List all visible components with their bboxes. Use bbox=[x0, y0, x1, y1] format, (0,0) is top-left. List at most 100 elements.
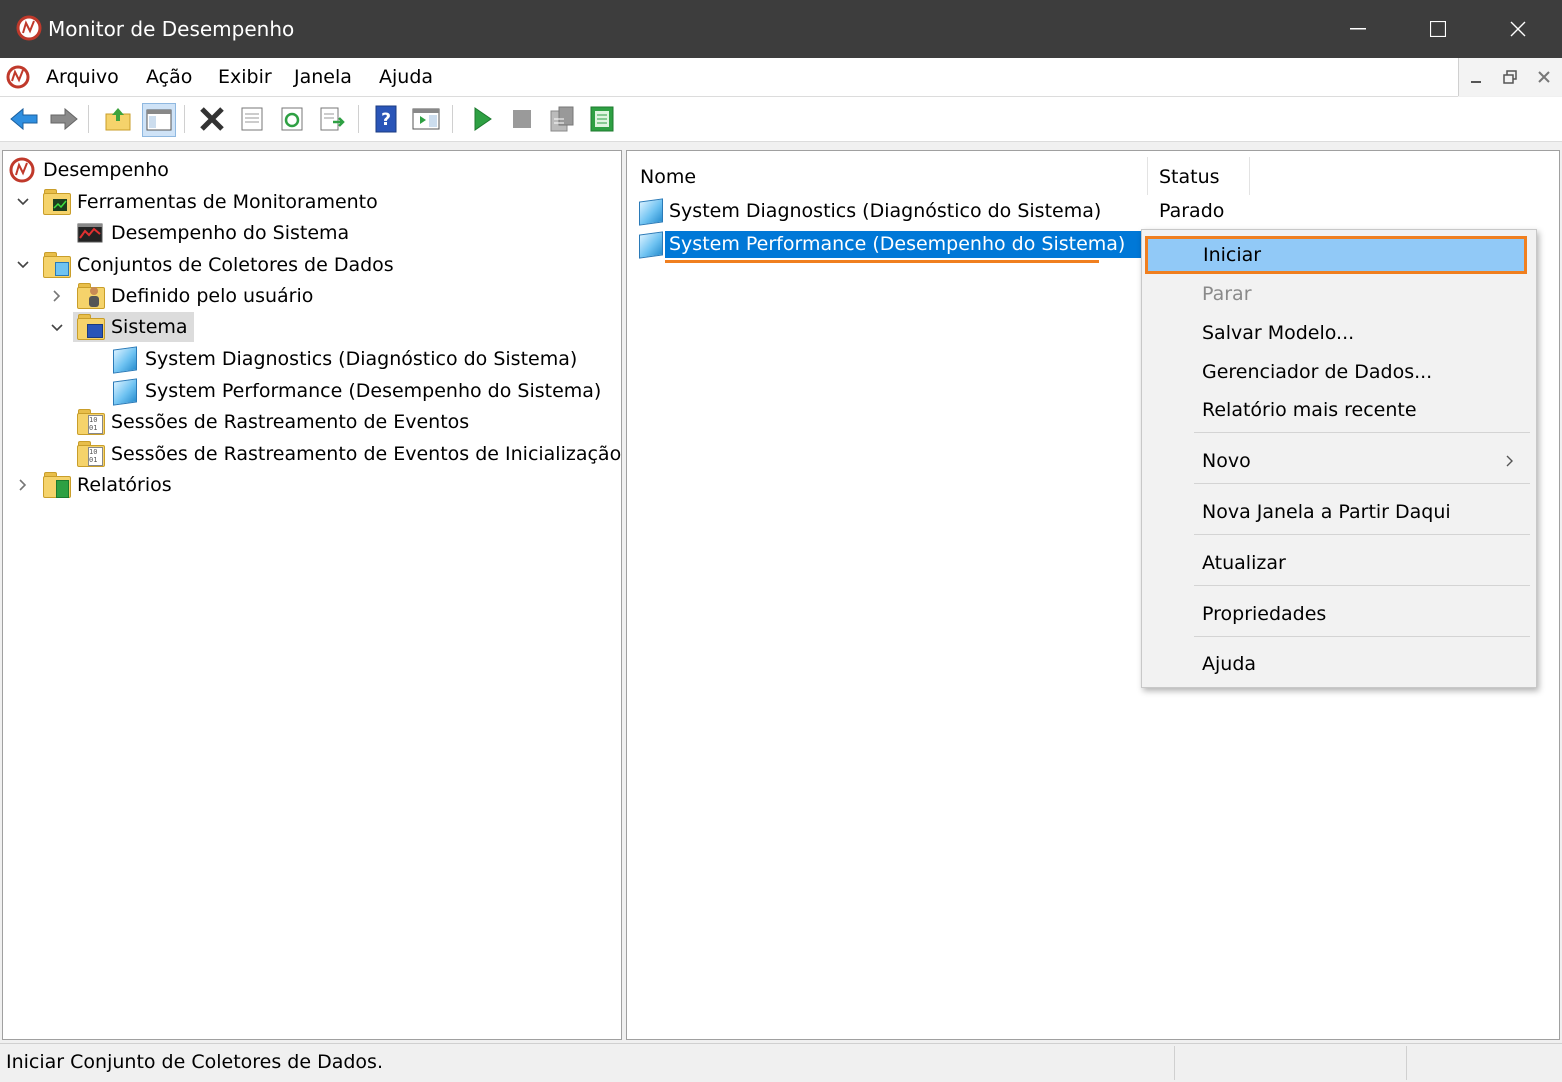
close-icon bbox=[1538, 71, 1550, 83]
refresh-button[interactable] bbox=[276, 103, 308, 135]
menu-ajuda[interactable]: Ajuda bbox=[379, 66, 433, 88]
ctx-parar: Parar bbox=[1142, 276, 1536, 312]
perfmon-menu-icon[interactable] bbox=[6, 65, 30, 89]
show-hide-action-pane-button[interactable] bbox=[410, 103, 442, 135]
start-button[interactable] bbox=[466, 103, 498, 135]
console-tree-icon bbox=[146, 109, 172, 131]
data-manager-button[interactable] bbox=[586, 103, 618, 135]
console-tree-pane[interactable]: Desempenho Ferramentas de Monitoramento … bbox=[2, 150, 622, 1040]
ctx-salvar-modelo[interactable]: Salvar Modelo... bbox=[1142, 315, 1536, 351]
delete-button[interactable] bbox=[196, 103, 228, 135]
tree-node-sistema[interactable]: Sistema bbox=[73, 312, 194, 342]
close-button[interactable] bbox=[1478, 0, 1558, 58]
menu-bar: Arquivo Ação Exibir Janela Ajuda bbox=[0, 58, 1458, 97]
column-divider[interactable] bbox=[1147, 157, 1148, 195]
column-divider[interactable] bbox=[1249, 157, 1250, 195]
data-manager-icon bbox=[590, 106, 614, 132]
stop-icon bbox=[513, 110, 531, 128]
tree-label: Desempenho bbox=[43, 159, 169, 181]
tree-node-sessoes-inicializacao[interactable]: 10 01 Sessões de Rastreamento de Eventos … bbox=[77, 439, 621, 469]
toolbar-separator bbox=[184, 105, 185, 133]
toolbar: ? bbox=[0, 97, 1562, 142]
ctx-label: Parar bbox=[1202, 283, 1252, 305]
mdi-restore-button[interactable] bbox=[1495, 62, 1525, 92]
ctx-label: Propriedades bbox=[1202, 603, 1327, 625]
tree-node-desempenho-do-sistema[interactable]: Desempenho do Sistema bbox=[77, 218, 349, 248]
chevron-down-icon[interactable] bbox=[49, 313, 65, 343]
tree-node-conjuntos-coletores[interactable]: Conjuntos de Coletores de Dados bbox=[43, 250, 394, 280]
status-bar: Iniciar Conjunto de Coletores de Dados. bbox=[0, 1043, 1562, 1082]
tree-node-ferramentas[interactable]: Ferramentas de Monitoramento bbox=[43, 187, 378, 217]
performance-monitor-icon bbox=[77, 223, 103, 243]
report-icon bbox=[550, 106, 574, 132]
ctx-nova-janela[interactable]: Nova Janela a Partir Daqui bbox=[1142, 494, 1536, 530]
chevron-right-icon[interactable] bbox=[49, 281, 65, 311]
show-hide-tree-button[interactable] bbox=[142, 103, 176, 137]
menu-arquivo[interactable]: Arquivo bbox=[46, 66, 119, 88]
chevron-right-icon[interactable] bbox=[15, 470, 31, 500]
help-button[interactable]: ? bbox=[370, 103, 402, 135]
menu-separator bbox=[1194, 534, 1530, 535]
user-folder-icon bbox=[77, 283, 105, 309]
stop-button[interactable] bbox=[506, 103, 538, 135]
latest-report-button[interactable] bbox=[546, 103, 578, 135]
perfmon-app-icon bbox=[16, 15, 42, 41]
tree-label: Sessões de Rastreamento de Eventos bbox=[111, 411, 470, 433]
ctx-iniciar[interactable]: Iniciar bbox=[1145, 236, 1527, 274]
column-header-nome[interactable]: Nome bbox=[640, 157, 1148, 197]
client-area: Arquivo Ação Exibir Janela Ajuda ? Desem… bbox=[0, 58, 1562, 1082]
column-header-status[interactable]: Status bbox=[1159, 157, 1249, 197]
properties-icon bbox=[241, 107, 263, 131]
tree-node-sessoes-rastreamento[interactable]: 10 01 Sessões de Rastreamento de Eventos bbox=[77, 407, 469, 437]
toolbar-separator bbox=[88, 105, 89, 133]
column-header-label: Status bbox=[1159, 166, 1220, 188]
submenu-arrow-icon bbox=[1506, 455, 1513, 467]
ctx-ajuda[interactable]: Ajuda bbox=[1142, 646, 1536, 682]
forward-button[interactable] bbox=[48, 103, 80, 135]
mdi-minimize-button[interactable] bbox=[1461, 62, 1491, 92]
maximize-button[interactable] bbox=[1398, 0, 1478, 58]
tree-node-system-performance[interactable]: System Performance (Desempenho do Sistem… bbox=[111, 376, 601, 406]
column-header-label: Nome bbox=[640, 166, 697, 188]
back-button[interactable] bbox=[8, 103, 40, 135]
chevron-down-icon[interactable] bbox=[15, 250, 31, 280]
ctx-label: Salvar Modelo... bbox=[1202, 322, 1355, 344]
list-row[interactable]: System Diagnostics (Diagnóstico do Siste… bbox=[637, 195, 1257, 227]
chevron-down-icon[interactable] bbox=[15, 187, 31, 217]
list-row-selected[interactable]: System Performance (Desempenho do Sistem… bbox=[637, 228, 1172, 260]
restore-icon bbox=[1503, 70, 1517, 84]
ctx-propriedades[interactable]: Propriedades bbox=[1142, 596, 1536, 632]
menu-exibir[interactable]: Exibir bbox=[218, 66, 272, 88]
title-bar: Monitor de Desempenho bbox=[0, 0, 1562, 58]
export-list-button[interactable] bbox=[316, 103, 348, 135]
ctx-novo[interactable]: Novo bbox=[1142, 443, 1536, 479]
toolbar-separator bbox=[358, 105, 359, 133]
tree-label: Ferramentas de Monitoramento bbox=[77, 191, 378, 213]
ctx-label: Gerenciador de Dados... bbox=[1202, 361, 1433, 383]
mdi-controls bbox=[1458, 58, 1562, 96]
mdi-close-button[interactable] bbox=[1529, 62, 1559, 92]
ctx-relatorio-recente[interactable]: Relatório mais recente bbox=[1142, 392, 1536, 428]
ctx-gerenciador-dados[interactable]: Gerenciador de Dados... bbox=[1142, 354, 1536, 390]
tree-label: System Diagnostics (Diagnóstico do Siste… bbox=[145, 348, 578, 370]
tree-node-desempenho[interactable]: Desempenho bbox=[9, 155, 169, 185]
menu-acao[interactable]: Ação bbox=[146, 66, 192, 88]
row-name: System Diagnostics (Diagnóstico do Siste… bbox=[669, 200, 1102, 222]
status-divider bbox=[1406, 1046, 1407, 1080]
back-arrow-icon bbox=[10, 107, 38, 131]
tree-node-relatorios[interactable]: Relatórios bbox=[43, 470, 172, 500]
tree-node-system-diagnostics[interactable]: System Diagnostics (Diagnóstico do Siste… bbox=[111, 344, 577, 374]
ctx-label: Atualizar bbox=[1202, 552, 1286, 574]
ctx-atualizar[interactable]: Atualizar bbox=[1142, 545, 1536, 581]
tree-label: Definido pelo usuário bbox=[111, 285, 314, 307]
menu-janela[interactable]: Janela bbox=[294, 66, 352, 88]
up-folder-button[interactable] bbox=[102, 103, 134, 135]
properties-button[interactable] bbox=[236, 103, 268, 135]
tree-node-definido-pelo-usuario[interactable]: Definido pelo usuário bbox=[77, 281, 313, 311]
minimize-icon bbox=[1471, 81, 1481, 83]
menu-separator bbox=[1194, 483, 1530, 484]
minimize-button[interactable] bbox=[1318, 0, 1398, 58]
context-menu: Iniciar Parar Salvar Modelo... Gerenciad… bbox=[1141, 229, 1537, 688]
maximize-icon bbox=[1430, 21, 1446, 37]
data-collector-set-icon bbox=[111, 346, 137, 374]
